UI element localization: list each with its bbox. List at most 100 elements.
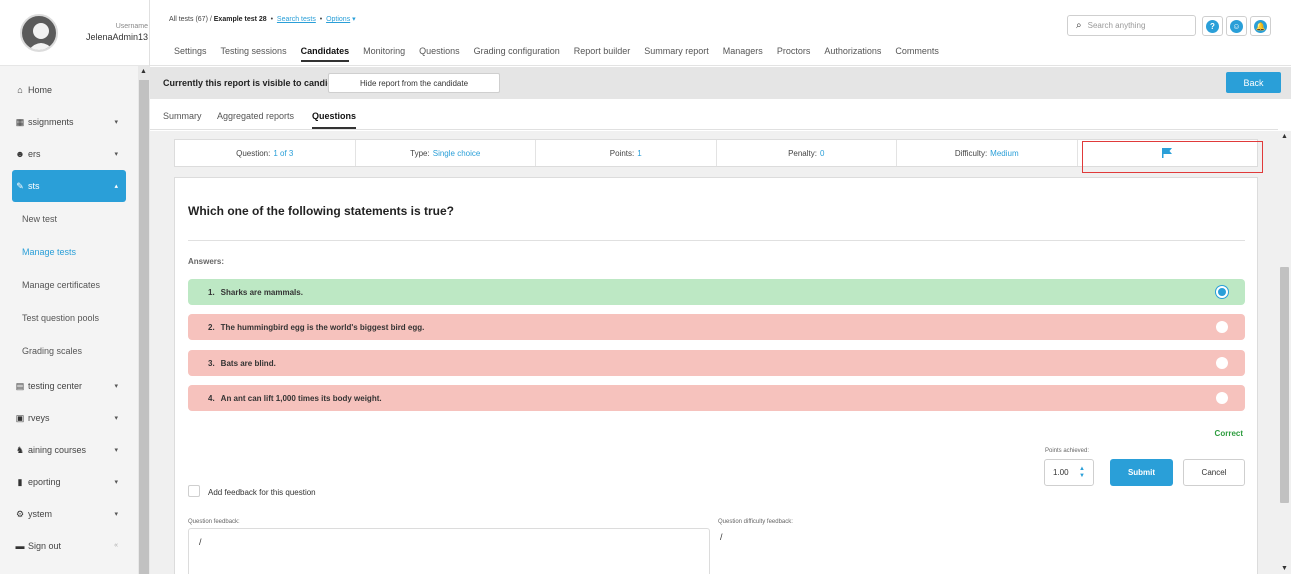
collapse-sidebar-icon[interactable]: « <box>114 542 118 549</box>
support-button[interactable]: ☺ <box>1226 16 1247 36</box>
main-tabs: Settings Testing sessions Candidates Mon… <box>174 46 953 62</box>
user-block[interactable]: Username JelenaAdmin13 <box>0 0 149 66</box>
info-points: Points: 1 <box>536 140 717 166</box>
info-points-label: Points: <box>609 148 635 158</box>
difficulty-feedback-value: / <box>720 532 723 542</box>
sidebar-item-tests[interactable]: ✎ sts ▴ <box>12 170 126 202</box>
sidebar-item-sign-out[interactable]: ▬ Sign out « <box>0 530 138 562</box>
tab-managers[interactable]: Managers <box>723 46 763 62</box>
chevron-down-icon: ▾ <box>114 511 118 518</box>
scroll-down-icon[interactable]: ▼ <box>1281 565 1288 572</box>
tab-authorizations[interactable]: Authorizations <box>824 46 881 62</box>
submit-button[interactable]: Submit <box>1110 459 1173 486</box>
info-type-value: Single choice <box>432 148 481 158</box>
divider <box>188 240 1245 241</box>
search-input[interactable]: ⌕ Search anything <box>1067 15 1196 36</box>
scroll-up-icon[interactable]: ▲ <box>140 68 147 75</box>
answer-option[interactable]: 3. Bats are blind. <box>188 350 1245 376</box>
sidebar-sub-new-test[interactable]: New test <box>0 202 138 235</box>
system-icon: ⚙ <box>15 508 25 519</box>
sidebar-item-users[interactable]: ☻ ers ▾ <box>0 138 138 170</box>
question-card: Which one of the following statements is… <box>174 177 1258 574</box>
answer-number: 1. <box>208 287 215 297</box>
breadcrumb-current-test: Example test 28 <box>213 16 267 23</box>
search-tests-link[interactable]: Search tests <box>277 16 316 23</box>
notifications-button[interactable]: 🔔 <box>1250 16 1271 36</box>
sidebar-sub-manage-tests[interactable]: Manage tests <box>0 235 138 268</box>
stepper-arrows-icon[interactable]: ▲ ▼ <box>1079 466 1085 480</box>
tab-summary-report[interactable]: Summary report <box>644 46 709 62</box>
question-title: Which one of the following statements is… <box>188 204 455 218</box>
sidebar-item-home[interactable]: ⌂ Home <box>0 74 138 106</box>
radio-icon[interactable] <box>1216 357 1228 369</box>
answer-text: Sharks are mammals. <box>220 287 303 297</box>
sidebar-item-reporting[interactable]: ▮ eporting ▾ <box>0 466 138 498</box>
sidebar-item-system[interactable]: ⚙ ystem ▾ <box>0 498 138 530</box>
answer-option[interactable]: 1. Sharks are mammals. <box>188 279 1245 305</box>
subtab-summary[interactable]: Summary <box>163 111 202 121</box>
sidebar-item-training[interactable]: ♞ aining courses ▾ <box>0 434 138 466</box>
options-link[interactable]: Options <box>326 16 350 23</box>
tab-report-builder[interactable]: Report builder <box>574 46 631 62</box>
answer-text: An ant can lift 1,000 times its body wei… <box>220 393 382 403</box>
cancel-button[interactable]: Cancel <box>1183 459 1245 486</box>
help-button[interactable]: ? <box>1202 16 1223 36</box>
sidebar-sub-manage-certificates[interactable]: Manage certificates <box>0 268 138 301</box>
back-button[interactable]: Back <box>1226 72 1281 93</box>
tab-grading-configuration[interactable]: Grading configuration <box>474 46 560 62</box>
breadcrumb-dot: • <box>319 16 323 23</box>
sidebar-scroll-thumb[interactable] <box>139 80 149 574</box>
radio-icon[interactable] <box>1216 321 1228 333</box>
main-scrollbar[interactable]: ▲ ▼ <box>1278 131 1291 574</box>
breadcrumb-all-tests[interactable]: All tests (67) <box>169 16 208 23</box>
options-caret-icon[interactable]: ▾ <box>352 16 356 23</box>
tab-testing-sessions[interactable]: Testing sessions <box>221 46 287 62</box>
points-achieved-label: Points achieved: <box>1045 448 1090 454</box>
question-feedback-field[interactable]: / <box>188 528 710 574</box>
feedback-checkbox[interactable] <box>188 485 200 497</box>
feedback-checkbox-label[interactable]: Add feedback for this question <box>208 488 316 497</box>
tab-monitoring[interactable]: Monitoring <box>363 46 405 62</box>
question-feedback-value: / <box>199 537 202 547</box>
subtab-aggregated-reports[interactable]: Aggregated reports <box>217 111 294 121</box>
answer-number: 2. <box>208 322 215 332</box>
points-stepper[interactable]: 1.00 ▲ ▼ <box>1044 459 1094 486</box>
flag-question-button[interactable] <box>1078 140 1263 173</box>
tab-questions[interactable]: Questions <box>419 46 460 62</box>
assignments-icon: ▦ <box>15 116 25 127</box>
chevron-down-icon: ▾ <box>114 415 118 422</box>
tab-proctors[interactable]: Proctors <box>777 46 811 62</box>
surveys-icon: ▣ <box>15 412 25 423</box>
tab-comments[interactable]: Comments <box>895 46 939 62</box>
sidebar-scrollbar[interactable]: ▲ <box>138 66 150 574</box>
users-icon: ☻ <box>15 149 25 159</box>
sidebar-item-label: testing center <box>28 381 83 391</box>
sidebar-item-testing-center[interactable]: ▤ testing center ▾ <box>0 370 138 402</box>
difficulty-feedback-label: Question difficulty feedback: <box>718 519 793 525</box>
info-penalty: Penalty: 0 <box>717 140 897 166</box>
user-name: JelenaAdmin13 <box>85 32 148 42</box>
radio-selected-icon[interactable] <box>1216 286 1228 298</box>
radio-icon[interactable] <box>1216 392 1228 404</box>
sidebar-item-label: Sign out <box>28 541 62 551</box>
hide-report-button[interactable]: Hide report from the candidate <box>328 73 500 93</box>
chevron-down-icon: ▾ <box>114 479 118 486</box>
sidebar-item-label: aining courses <box>28 445 87 455</box>
answer-option[interactable]: 2. The hummingbird egg is the world's bi… <box>188 314 1245 340</box>
main-scroll-thumb[interactable] <box>1280 267 1289 503</box>
sidebar-sub-question-pools[interactable]: Test question pools <box>0 301 138 334</box>
sidebar-item-surveys[interactable]: ▣ rveys ▾ <box>0 402 138 434</box>
answer-option[interactable]: 4. An ant can lift 1,000 times its body … <box>188 385 1245 411</box>
subtab-questions[interactable]: Questions <box>312 111 357 129</box>
testing-center-icon: ▤ <box>15 380 25 391</box>
answers-label: Answers: <box>188 257 225 266</box>
content-area: Question: 1 of 3 Type: Single choice Poi… <box>150 131 1278 574</box>
question-info-bar: Question: 1 of 3 Type: Single choice Poi… <box>174 139 1263 173</box>
user-text: Username JelenaAdmin13 <box>78 23 148 42</box>
tab-settings[interactable]: Settings <box>174 46 207 62</box>
sidebar-item-assignments[interactable]: ▦ ssignments ▾ <box>0 106 138 138</box>
answer-text: Bats are blind. <box>220 358 276 368</box>
scroll-up-icon[interactable]: ▲ <box>1281 133 1288 140</box>
sidebar-sub-grading-scales[interactable]: Grading scales <box>0 334 138 367</box>
tab-candidates[interactable]: Candidates <box>300 46 350 62</box>
